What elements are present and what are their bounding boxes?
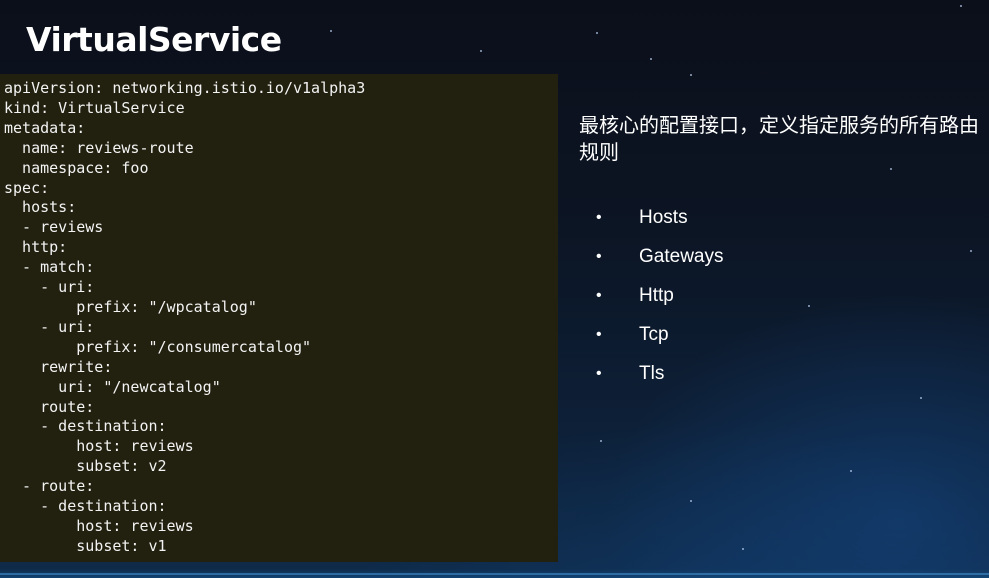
list-item: • Hosts bbox=[596, 199, 723, 238]
code-line: route: bbox=[4, 397, 95, 416]
list-item: • Tls bbox=[596, 354, 723, 393]
code-line: apiVersion: networking.istio.io/v1alpha3 bbox=[4, 79, 366, 97]
bullet-icon: • bbox=[596, 364, 602, 382]
code-line: - uri: bbox=[4, 317, 95, 336]
bullet-icon: • bbox=[596, 248, 602, 266]
code-line: prefix: "/wpcatalog" bbox=[4, 297, 257, 316]
star bbox=[808, 305, 810, 307]
code-line: uri: "/newcatalog" bbox=[4, 377, 221, 396]
list-item-label: Tcp bbox=[639, 323, 669, 345]
bullet-icon: • bbox=[596, 209, 602, 227]
list-item-label: Http bbox=[639, 284, 674, 306]
slide-description: 最核心的配置接口，定义指定服务的所有路由规则 bbox=[579, 113, 979, 164]
code-line: spec: bbox=[4, 178, 50, 197]
star bbox=[600, 440, 602, 442]
code-line: host: reviews bbox=[4, 437, 194, 456]
list-item: • Gateways bbox=[596, 238, 723, 277]
star bbox=[960, 5, 962, 7]
star bbox=[970, 250, 972, 252]
star bbox=[690, 500, 692, 502]
code-line: metadata: bbox=[4, 118, 86, 137]
code-line: - reviews bbox=[4, 218, 104, 237]
star bbox=[920, 397, 922, 399]
code-line: - route: bbox=[4, 477, 95, 496]
star bbox=[690, 74, 692, 76]
code-lines: apiVersion: networking.istio.io/v1alpha3… bbox=[4, 79, 558, 557]
code-line: name: reviews-route bbox=[4, 138, 194, 157]
code-line: - match: bbox=[4, 258, 95, 277]
star bbox=[330, 30, 332, 32]
bullet-icon: • bbox=[596, 286, 602, 304]
code-line: hosts: bbox=[4, 198, 77, 217]
star bbox=[850, 470, 852, 472]
code-line: http: bbox=[4, 238, 68, 257]
code-line: rewrite: bbox=[4, 357, 113, 376]
list-item-label: Tls bbox=[639, 362, 665, 384]
code-line: namespace: foo bbox=[4, 158, 149, 177]
list-item-label: Hosts bbox=[639, 207, 688, 229]
list-item: • Http bbox=[596, 277, 723, 316]
star bbox=[596, 32, 598, 34]
list-item-label: Gateways bbox=[639, 246, 724, 268]
code-block: apiVersion: networking.istio.io/v1alpha3… bbox=[0, 74, 558, 562]
code-line: subset: v1 bbox=[4, 536, 167, 555]
code-line: prefix: "/consumercatalog" bbox=[4, 337, 312, 356]
bullet-icon: • bbox=[596, 325, 602, 343]
code-line: kind: VirtualService bbox=[4, 98, 185, 117]
star bbox=[890, 168, 892, 170]
code-line: - uri: bbox=[4, 278, 95, 297]
feature-list: • Hosts • Gateways • Http • Tcp • Tls bbox=[596, 199, 723, 393]
bottom-divider bbox=[0, 573, 989, 575]
star bbox=[650, 58, 652, 60]
star bbox=[742, 548, 744, 550]
list-item: • Tcp bbox=[596, 315, 723, 354]
code-line: - destination: bbox=[4, 497, 167, 516]
code-line: subset: v2 bbox=[4, 457, 167, 476]
code-line: host: reviews bbox=[4, 516, 194, 535]
code-line: - destination: bbox=[4, 417, 167, 436]
slide-title: VirtualService bbox=[26, 20, 282, 59]
star bbox=[480, 50, 482, 52]
